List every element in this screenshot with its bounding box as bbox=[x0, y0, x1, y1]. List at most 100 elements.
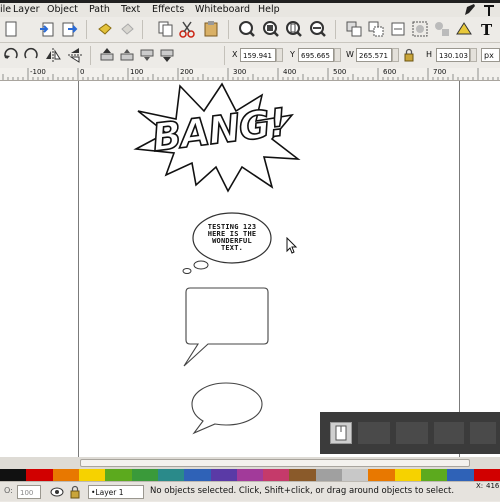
toolbar-separator bbox=[86, 20, 87, 39]
toolbar-separator bbox=[335, 20, 336, 39]
x-field[interactable]: 159.941 bbox=[240, 48, 276, 62]
bubble-text-block[interactable]: TESTING 123 HERE IS THE WONDERFUL TEXT. bbox=[196, 224, 268, 252]
color-swatch[interactable] bbox=[289, 469, 317, 481]
unit-select[interactable]: px bbox=[481, 48, 500, 62]
layer-select[interactable]: •Layer 1 bbox=[88, 485, 144, 499]
raise-icon[interactable] bbox=[118, 46, 136, 64]
page-border-left bbox=[78, 81, 79, 457]
x-spinner[interactable] bbox=[276, 48, 283, 62]
lower-to-bottom-icon[interactable] bbox=[158, 46, 176, 64]
color-swatch[interactable] bbox=[236, 469, 264, 481]
w-field[interactable]: 265.571 bbox=[356, 48, 392, 62]
color-swatch[interactable] bbox=[78, 469, 106, 481]
undo-icon[interactable] bbox=[96, 20, 114, 38]
lock-icon[interactable] bbox=[403, 48, 415, 62]
fill-stroke-icon[interactable] bbox=[455, 20, 473, 38]
import-icon[interactable] bbox=[38, 20, 56, 38]
color-swatch[interactable] bbox=[131, 469, 159, 481]
zoom-page-icon[interactable] bbox=[285, 20, 303, 38]
flip-horizontal-icon[interactable] bbox=[44, 46, 62, 64]
y-spinner[interactable] bbox=[334, 48, 341, 62]
ungroup-icon[interactable] bbox=[433, 20, 451, 38]
lower-icon[interactable] bbox=[138, 46, 156, 64]
eye-icon[interactable] bbox=[50, 485, 64, 499]
horizontal-ruler: -100 0 100 200 300 400 500 600 700 bbox=[0, 68, 500, 81]
redo-icon[interactable] bbox=[118, 20, 136, 38]
new-document-icon[interactable] bbox=[2, 20, 20, 38]
cut-icon[interactable] bbox=[178, 20, 196, 38]
w-label: W bbox=[346, 50, 354, 59]
toolbar-separator bbox=[142, 20, 143, 39]
text-font-icon[interactable]: T bbox=[478, 20, 496, 39]
zoom-selection-icon[interactable] bbox=[238, 20, 256, 38]
drawing-canvas[interactable]: BANG! TESTING 123 HERE IS THE WONDERFUL … bbox=[0, 81, 500, 457]
ruler-label: 400 bbox=[283, 68, 297, 76]
dock-item[interactable] bbox=[434, 422, 464, 444]
dock-item[interactable] bbox=[330, 422, 352, 444]
svg-text:T: T bbox=[481, 21, 493, 38]
rect-speech-bubble-shape[interactable] bbox=[180, 286, 272, 370]
color-swatch[interactable] bbox=[315, 469, 343, 481]
menu-object[interactable]: Object bbox=[47, 3, 78, 17]
color-swatch[interactable] bbox=[368, 469, 396, 481]
color-swatch[interactable] bbox=[0, 469, 27, 481]
round-speech-bubble-shape[interactable] bbox=[188, 381, 266, 437]
color-swatch[interactable] bbox=[263, 469, 291, 481]
raise-to-top-icon[interactable] bbox=[98, 46, 116, 64]
layer-lock-icon[interactable] bbox=[68, 485, 82, 499]
rotate-ccw-icon[interactable] bbox=[2, 46, 20, 64]
scrollbar-thumb[interactable] bbox=[80, 459, 470, 467]
text-tool-icon[interactable] bbox=[482, 3, 496, 17]
toolbar-separator bbox=[90, 46, 91, 65]
menu-whiteboard[interactable]: Whiteboard bbox=[195, 3, 250, 17]
horizontal-scrollbar[interactable] bbox=[0, 457, 500, 469]
ruler-label: 300 bbox=[233, 68, 247, 76]
color-swatch[interactable] bbox=[105, 469, 133, 481]
color-swatch[interactable] bbox=[473, 469, 500, 481]
color-swatch[interactable] bbox=[26, 469, 54, 481]
color-swatch[interactable] bbox=[447, 469, 475, 481]
menu-path[interactable]: Path bbox=[89, 3, 110, 17]
menu-text[interactable]: Text bbox=[121, 3, 140, 17]
flip-vertical-icon[interactable] bbox=[66, 46, 84, 64]
color-swatch[interactable] bbox=[52, 469, 80, 481]
rotate-cw-icon[interactable] bbox=[22, 46, 40, 64]
color-swatch[interactable] bbox=[157, 469, 185, 481]
h-field[interactable]: 130.103 bbox=[436, 48, 470, 62]
h-spinner[interactable] bbox=[470, 48, 477, 62]
w-spinner[interactable] bbox=[392, 48, 399, 62]
y-label: Y bbox=[290, 50, 295, 59]
zoom-width-icon[interactable] bbox=[309, 20, 327, 38]
menu-file[interactable]: ile bbox=[0, 3, 11, 17]
color-swatch[interactable] bbox=[184, 469, 212, 481]
dock-item[interactable] bbox=[358, 422, 390, 444]
clone-icon[interactable] bbox=[367, 20, 385, 38]
paste-icon[interactable] bbox=[202, 20, 220, 38]
opacity-field[interactable]: 100 bbox=[17, 485, 41, 499]
page-border-right bbox=[459, 81, 460, 457]
cursor-x-value: 416 bbox=[486, 482, 500, 490]
ruler-label: 200 bbox=[180, 68, 194, 76]
copy-icon[interactable] bbox=[156, 20, 174, 38]
pen-tool-icon[interactable] bbox=[463, 3, 477, 17]
toolbar-separator bbox=[228, 20, 229, 39]
dock-item[interactable] bbox=[396, 422, 428, 444]
color-swatch[interactable] bbox=[210, 469, 238, 481]
duplicate-icon[interactable] bbox=[345, 20, 363, 38]
dock-item[interactable] bbox=[470, 422, 496, 444]
menu-layer[interactable]: Layer bbox=[13, 3, 40, 17]
ruler-label: -100 bbox=[30, 68, 46, 76]
export-icon[interactable] bbox=[60, 20, 78, 38]
y-field[interactable]: 695.665 bbox=[298, 48, 334, 62]
color-swatch[interactable] bbox=[394, 469, 422, 481]
menubar: ile Layer Object Path Text Effects White… bbox=[0, 3, 500, 17]
zoom-drawing-icon[interactable] bbox=[262, 20, 280, 38]
color-swatch[interactable] bbox=[421, 469, 449, 481]
tool-controls-bar: X 159.941 Y 695.665 W 265.571 H 130.103 … bbox=[0, 43, 500, 69]
menu-effects[interactable]: Effects bbox=[152, 3, 184, 17]
color-swatch[interactable] bbox=[342, 469, 370, 481]
ruler-label: 700 bbox=[433, 68, 447, 76]
unlink-clone-icon[interactable] bbox=[389, 20, 407, 38]
group-icon[interactable] bbox=[411, 20, 429, 38]
menu-help[interactable]: Help bbox=[258, 3, 280, 17]
